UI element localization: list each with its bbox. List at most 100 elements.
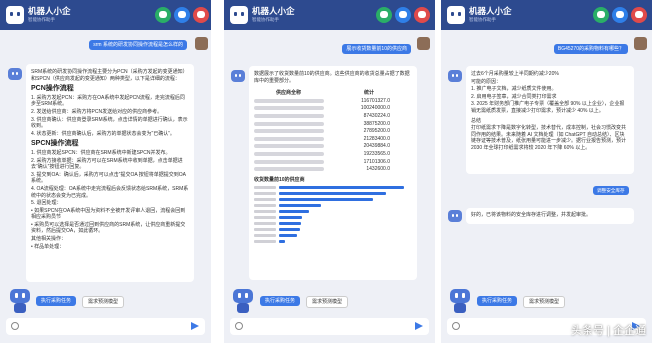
supplier-name-redacted — [254, 106, 324, 111]
voice-icon[interactable] — [235, 322, 243, 330]
chart-title: 收货数量前10的供应商 — [254, 176, 305, 183]
chip-demand-forecast[interactable]: 需求预测模型 — [306, 296, 349, 308]
answer-summary-heading: 总结 — [471, 117, 482, 124]
voice-icon[interactable] — [452, 322, 460, 330]
bot-answer-bubble: SRM系统的研发协同操作流程主要分为PCN（采购方发起的变更通知）和SPCN（供… — [26, 64, 194, 282]
bar-row — [254, 216, 412, 220]
bar — [279, 222, 301, 226]
bar-label-redacted — [254, 192, 276, 196]
bar — [279, 198, 373, 202]
answer-line: 2. 启用电子签章，减少合同类打印需求 — [471, 93, 557, 100]
send-icon[interactable] — [191, 322, 199, 330]
supplier-value: 116701327.0 — [361, 97, 390, 104]
spcn-step: • 样品单处理： — [31, 243, 65, 250]
wechat-icon[interactable] — [593, 7, 609, 23]
supplier-name-redacted — [254, 144, 324, 149]
message-icon[interactable] — [631, 7, 647, 23]
send-icon[interactable] — [415, 322, 423, 330]
user-message: srm 系统的研发协同操作流程是怎么样的 — [89, 40, 187, 50]
adjust-safety-stock-button[interactable]: 调整安全库存 — [593, 186, 629, 195]
table-row: 1432600.0 — [254, 166, 412, 173]
message-icon[interactable] — [193, 7, 209, 23]
spcn-heading: SPCN操作流程 — [31, 140, 79, 148]
supplier-name-redacted — [254, 167, 324, 172]
robot-logo-icon — [6, 6, 24, 24]
spcn-step: 2. 采购方接收单据：采购方可以在SRM系统中收到单据，点击单据进去“确认”按钮… — [31, 157, 183, 171]
phone-icon[interactable] — [395, 7, 411, 23]
bar — [279, 204, 321, 208]
bar — [279, 186, 404, 190]
robot-mascot-icon — [231, 289, 255, 313]
chip-demand-forecast[interactable]: 需求预测模型 — [523, 296, 566, 308]
bar — [279, 234, 297, 238]
bar-row — [254, 192, 412, 196]
app-subtitle: 智能协作助手 — [252, 17, 279, 22]
robot-mascot-icon — [448, 289, 472, 313]
user-avatar — [195, 37, 208, 50]
chip-execute-purchase[interactable]: 执行采购任务 — [477, 296, 518, 306]
supplier-table: 116701327.0 100240000.0 87430224.0 38875200… — [254, 98, 412, 173]
bar — [279, 228, 300, 232]
chat-panel-2: 机器人小企 智能协作助手 展示收货数量前10的供应商 数据展示了收货数量前10的… — [224, 0, 435, 343]
phone-icon[interactable] — [612, 7, 628, 23]
app-title: 机器人小企 — [252, 6, 295, 16]
table-row: 87430224.0 — [254, 113, 412, 120]
answer-intro: SRM系统的研发协同操作流程主要分为PCN（采购方发起的变更通知）和SPCN（供… — [31, 69, 188, 82]
pcn-heading: PCN操作流程 — [31, 85, 74, 93]
bar-label-redacted — [254, 216, 276, 220]
user-message: BG45270的采购物料有哪些？ — [553, 44, 628, 54]
answer-line: 可能的原因： — [471, 78, 502, 85]
supplier-value: 38875200.0 — [363, 120, 390, 127]
app-title: 机器人小企 — [28, 6, 71, 16]
supplier-name-redacted — [254, 98, 324, 103]
bot-avatar-icon — [448, 70, 462, 82]
table-row: 100240000.0 — [254, 105, 412, 112]
table-row: 21283400.0 — [254, 136, 412, 143]
message-icon[interactable] — [414, 7, 430, 23]
spcn-step: • 如果SPCN在OA系统中因为资料不全被开发评审人退回，流程会回到相应采购员节 — [31, 207, 186, 221]
robot-logo-icon — [447, 6, 465, 24]
chip-execute-purchase[interactable]: 执行采购任务 — [260, 296, 301, 306]
app-subtitle: 智能协作助手 — [469, 17, 496, 22]
spcn-step: 1. 供应商发起SPCN：供应商在SRM系统中新建SPCN并发布。 — [31, 149, 171, 156]
table-row: 38875200.0 — [254, 121, 412, 128]
chat-input[interactable] — [230, 318, 429, 335]
bar — [279, 216, 302, 220]
chip-demand-forecast[interactable]: 需求预测模型 — [82, 296, 125, 308]
supplier-name-redacted — [254, 136, 324, 141]
spcn-step: 5. 退回处理： — [31, 200, 62, 207]
spcn-step: 3. 提交到OA：确认后，采购方可以点击“提交OA 按钮将单据提交到OA系统。 — [31, 171, 187, 185]
bar-label-redacted — [254, 198, 276, 202]
bar-label-redacted — [254, 240, 276, 244]
supplier-value: 100240000.0 — [360, 105, 390, 112]
table-row: 19233565.0 — [254, 151, 412, 158]
chat-input[interactable] — [6, 318, 205, 335]
table-header-name: 供应商全称 — [276, 90, 302, 97]
supplier-value: 87430224.0 — [363, 112, 390, 119]
bar-label-redacted — [254, 222, 276, 226]
chat-panel-3: 机器人小企 智能协作助手 BG45270的采购物料有哪些？ 过去6个月采购量较上… — [441, 0, 652, 343]
user-message: 展示收货数量前10的供应商 — [342, 44, 411, 54]
bar-row — [254, 210, 412, 214]
supplier-name-redacted — [254, 151, 324, 156]
answer-line: 3. 2025 年财务部门推广电子专票（覆盖全部 90% 以上企业），企业报销无… — [471, 101, 625, 114]
supplier-name-redacted — [254, 129, 324, 134]
app-header: 机器人小企 智能协作助手 — [0, 0, 211, 30]
table-row: 116701327.0 — [254, 98, 412, 105]
phone-icon[interactable] — [174, 7, 190, 23]
bar-label-redacted — [254, 234, 276, 238]
pcn-step: 2. 发送给供应商：采购方将PCN发送给对应的供应商参考。 — [31, 108, 163, 115]
supplier-name-redacted — [254, 113, 324, 118]
spcn-step: • 采购员可以选择是否通过回到供应商的SRM系统，让供应商重新提交资料，然后提交… — [31, 221, 186, 235]
table-header-value: 统计 — [363, 90, 374, 97]
bar-row — [254, 186, 412, 190]
table-header: 供应商全称 统计 — [254, 90, 412, 97]
bar-label-redacted — [254, 210, 276, 214]
bar-row — [254, 228, 412, 232]
wechat-icon[interactable] — [376, 7, 392, 23]
bar-row — [254, 198, 412, 202]
voice-icon[interactable] — [11, 322, 19, 330]
bar — [279, 210, 309, 214]
wechat-icon[interactable] — [155, 7, 171, 23]
chip-execute-purchase[interactable]: 执行采购任务 — [36, 296, 77, 306]
